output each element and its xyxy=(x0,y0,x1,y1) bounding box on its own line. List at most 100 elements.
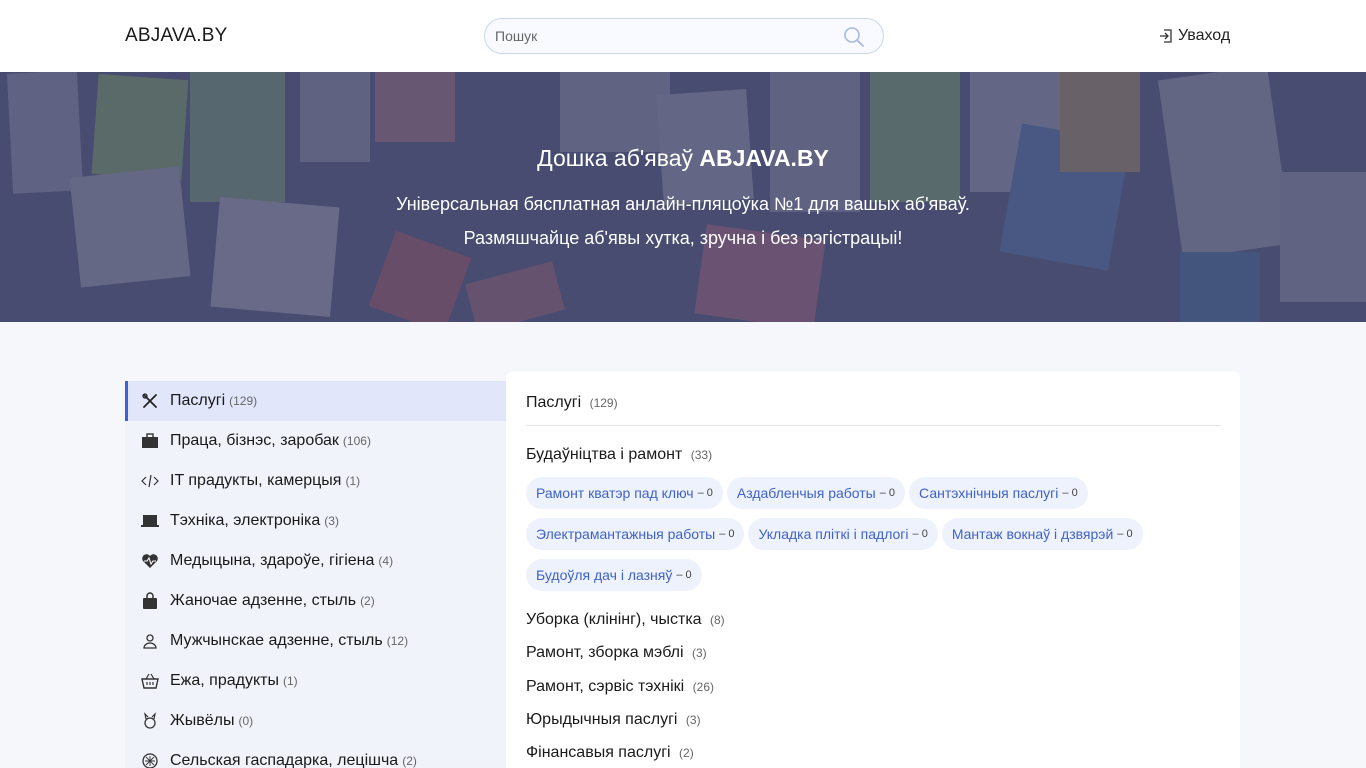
sidebar-item-work[interactable]: Праца, бізнэс, заробак (106) xyxy=(125,421,506,461)
basket-icon xyxy=(141,672,159,690)
sidebar-item-label: Праца, бізнэс, заробак xyxy=(170,432,339,449)
sidebar-item-label: Жаночае адзенне, стыль xyxy=(170,592,357,609)
subcategory-cleaning[interactable]: Уборка (клінінг), чыстка (8) xyxy=(526,611,725,629)
hero-subtitle-2: Размяшчайце аб'явы хутка, зручна і без р… xyxy=(463,228,903,248)
sidebar-item-count: (0) xyxy=(238,714,254,728)
heart-pulse-icon xyxy=(141,552,159,570)
sidebar-item-label: Тэхніка, электроніка xyxy=(170,512,321,529)
hero-banner: Дошка аб'яваў ABJAVA.BY Універсальная бя… xyxy=(0,72,1366,322)
bag-icon xyxy=(141,592,159,610)
tag-chip[interactable]: Сантэхнічныя паслугі – 0 xyxy=(909,477,1088,509)
tag-chip-label: Рамонт кватэр пад ключ xyxy=(536,485,694,501)
subcategory-count: (2) xyxy=(679,746,694,760)
subcategory-furniture[interactable]: Рамонт, зборка мэблі (3) xyxy=(526,644,707,662)
hero-title-prefix: Дошка аб'яваў xyxy=(537,145,700,171)
sidebar-item-label: Сельская гаспадарка, лецішча xyxy=(170,752,399,768)
sidebar-item-paslugi[interactable]: Паслугі (129) xyxy=(125,381,506,421)
search-icon[interactable] xyxy=(843,26,865,48)
code-icon xyxy=(141,472,159,490)
site-logo[interactable]: ABJAVA.BY xyxy=(125,25,227,47)
sidebar-item-men[interactable]: Мужчынскае адзенне, стыль (12) xyxy=(125,621,506,661)
tag-chip[interactable]: Аздабленчыя работы – 0 xyxy=(726,477,906,509)
panel-divider xyxy=(526,425,1221,426)
subcategory-count: (26) xyxy=(692,680,715,694)
laptop-icon xyxy=(141,512,159,530)
hero-title: Дошка аб'яваў ABJAVA.BY xyxy=(0,145,1366,172)
subcategory-construction[interactable]: Будаўніцтва і рамонт (33) xyxy=(526,446,712,464)
panel-title: Паслугі (129) xyxy=(526,394,618,412)
subcategory-count: (33) xyxy=(690,448,713,462)
tag-chip-label: Мантаж вокнаў і дзвярэй xyxy=(951,526,1114,542)
sidebar-item-food[interactable]: Ежа, прадукты (1) xyxy=(125,661,506,701)
hero-subtitle-1: Універсальная бясплатная анлайн-пляцоўка… xyxy=(396,194,970,214)
subcategory-label: Юрыдычныя паслугі xyxy=(526,711,678,728)
category-sidebar: Паслугі (129) Праца, бізнэс, заробак (10… xyxy=(125,381,506,768)
tag-chip[interactable]: Мантаж вокнаў і дзвярэй – 0 xyxy=(941,518,1143,550)
subcategory-count: (3) xyxy=(685,713,701,727)
sidebar-item-count: (106) xyxy=(342,434,371,448)
leaf-icon xyxy=(141,752,159,768)
tag-chip[interactable]: Будоўля дач і лазняў – 0 xyxy=(526,559,702,591)
user-icon xyxy=(141,632,159,650)
tag-chip[interactable]: Рамонт кватэр пад ключ – 0 xyxy=(526,477,723,509)
subcategory-label: Рамонт, сэрвіс тэхнікі xyxy=(526,678,685,695)
tag-chip-count: – 0 xyxy=(676,569,692,581)
sidebar-item-count: (2) xyxy=(360,594,375,608)
tag-chip-label: Электрамантажныя работы xyxy=(536,526,716,542)
subcategory-tech-repair[interactable]: Рамонт, сэрвіс тэхнікі (26) xyxy=(526,678,714,696)
panel-title-label: Паслугі xyxy=(526,394,582,411)
site-header: ABJAVA.BY Уваход xyxy=(0,0,1366,72)
sidebar-item-agriculture[interactable]: Сельская гаспадарка, лецішча (2) xyxy=(125,741,506,768)
tag-chip-label: Сантэхнічныя паслугі xyxy=(919,485,1059,501)
hero-title-brand: ABJAVA.BY xyxy=(699,145,829,171)
sidebar-item-label: Медыцына, здароўе, гігіена xyxy=(170,552,375,569)
sidebar-item-label: IT прадукты, камерцыя xyxy=(170,472,342,489)
login-icon xyxy=(1160,29,1172,43)
login-label: Уваход xyxy=(1178,27,1231,44)
sidebar-item-count: (4) xyxy=(378,554,394,568)
tag-chip-count: – 0 xyxy=(879,487,896,499)
sidebar-item-animals[interactable]: Жывёлы (0) xyxy=(125,701,506,741)
sidebar-item-label: Паслугі xyxy=(170,392,226,409)
search-box[interactable] xyxy=(484,18,884,54)
tag-chip-label: Аздабленчыя работы xyxy=(736,485,876,501)
tag-chip[interactable]: Электрамантажныя работы – 0 xyxy=(526,518,745,550)
sidebar-item-electronics[interactable]: Тэхніка, электроніка (3) xyxy=(125,501,506,541)
panel-title-count: (129) xyxy=(589,396,618,410)
subcategory-finance[interactable]: Фінансавыя паслугі (2) xyxy=(526,744,694,762)
subcategory-panel: Паслугі (129) Будаўніцтва і рамонт (33) … xyxy=(506,371,1240,768)
sidebar-item-label: Жывёлы xyxy=(170,712,235,729)
login-link[interactable]: Уваход xyxy=(1158,27,1230,45)
subcategory-legal[interactable]: Юрыдычныя паслугі (3) xyxy=(526,711,701,729)
sidebar-item-medicine[interactable]: Медыцына, здароўе, гігіена (4) xyxy=(125,541,506,581)
subcategory-label: Фінансавыя паслугі xyxy=(526,744,671,761)
sidebar-item-count: (12) xyxy=(386,634,409,648)
sidebar-item-label: Ежа, прадукты xyxy=(170,672,279,689)
tools-icon xyxy=(141,392,159,410)
sidebar-item-count: (1) xyxy=(282,674,298,688)
sidebar-item-it[interactable]: IT прадукты, камерцыя (1) xyxy=(125,461,506,501)
subcategory-label: Уборка (клінінг), чыстка xyxy=(526,611,702,628)
tag-chip-count: – 0 xyxy=(719,528,735,540)
tag-chip-count: – 0 xyxy=(912,528,928,540)
briefcase-icon xyxy=(141,432,159,450)
subcategory-label: Будаўніцтва і рамонт xyxy=(526,446,683,463)
tag-chip-count: – 0 xyxy=(1117,528,1133,540)
sidebar-item-count: (3) xyxy=(324,514,339,528)
tag-chip[interactable]: Укладка пліткі і падлогі – 0 xyxy=(748,518,938,550)
tag-chips: Рамонт кватэр пад ключ – 0 Аздабленчыя ра… xyxy=(526,477,1226,600)
tag-chip-count: – 0 xyxy=(1062,487,1078,499)
sidebar-item-count: (2) xyxy=(402,754,417,768)
search-input[interactable] xyxy=(495,19,835,53)
sidebar-item-count: (1) xyxy=(345,474,361,488)
sidebar-item-women[interactable]: Жаночае адзенне, стыль (2) xyxy=(125,581,506,621)
tag-chip-label: Будоўля дач і лазняў xyxy=(536,567,673,583)
tag-chip-label: Укладка пліткі і падлогі xyxy=(758,526,909,542)
sidebar-item-label: Мужчынскае адзенне, стыль xyxy=(170,632,383,649)
animal-icon xyxy=(141,712,159,730)
subcategory-count: (8) xyxy=(710,613,725,627)
sidebar-item-count: (129) xyxy=(229,394,258,408)
subcategory-label: Рамонт, зборка мэблі xyxy=(526,644,684,661)
tag-chip-count: – 0 xyxy=(697,487,713,499)
subcategory-count: (3) xyxy=(691,646,707,660)
